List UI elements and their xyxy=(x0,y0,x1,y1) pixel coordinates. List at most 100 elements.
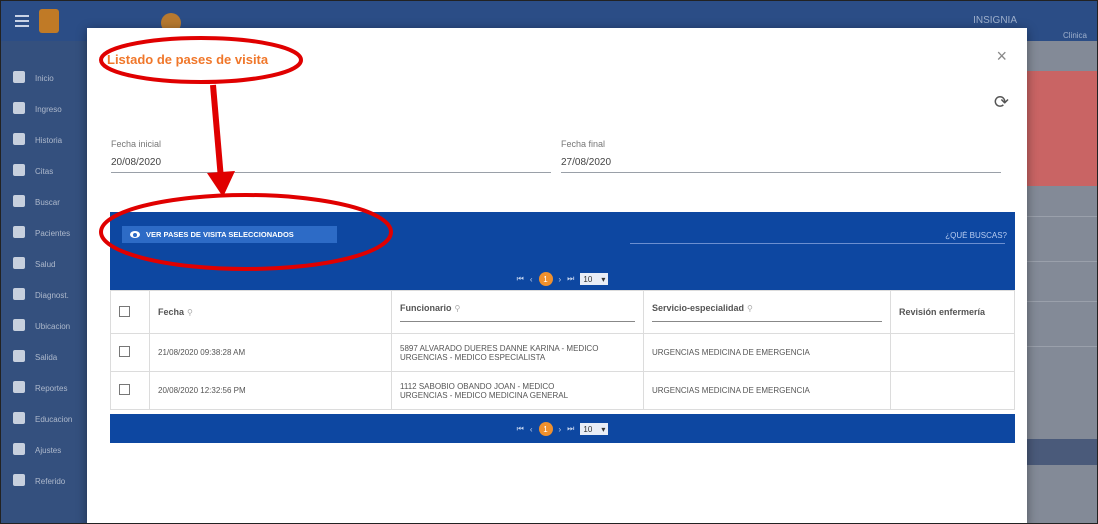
page-size-select[interactable]: 10 ▾ xyxy=(580,423,609,435)
table-toolbar: VER PASES DE VISITA SELECCIONADOS ⏮ ‹ 1 … xyxy=(110,212,1015,297)
sidebar-item-icon xyxy=(13,164,25,176)
row-select-cell xyxy=(110,333,150,372)
search-field[interactable] xyxy=(630,225,1009,246)
sidebar-item-label: Ingreso xyxy=(35,105,62,114)
last-page-icon[interactable]: ⏭ xyxy=(567,274,574,284)
page-size-value: 10 xyxy=(583,424,593,434)
cell-revision xyxy=(890,371,1015,410)
current-page-button[interactable]: 1 xyxy=(538,422,553,436)
filter-icon[interactable]: ⚲ xyxy=(455,304,461,313)
fecha-inicial-field[interactable]: Fecha inicial 20/08/2020 xyxy=(111,139,551,173)
sidebar-item[interactable]: Diagnost. xyxy=(13,288,83,302)
sidebar-item-icon xyxy=(13,226,25,238)
sidebar-item[interactable]: Citas xyxy=(13,164,83,178)
chevron-down-icon: ▾ xyxy=(601,274,606,284)
sidebar-item-icon xyxy=(13,288,25,300)
background-divider xyxy=(1021,346,1097,347)
sidebar-item[interactable]: Inicio xyxy=(13,71,83,85)
sidebar-item-label: Salida xyxy=(35,353,58,362)
sidebar-item-label: Salud xyxy=(35,260,56,269)
app-sidebar: Inicio Ingreso Historia Citas Buscar Paciente… xyxy=(1,41,91,523)
sidebar-item-icon xyxy=(13,102,25,114)
column-header-funcionario[interactable]: Funcionario ⚲ xyxy=(391,290,644,334)
column-header-servicio[interactable]: Servicio-especialidad ⚲ xyxy=(643,290,891,334)
pagination-bottom: ⏮ ‹ 1 › ⏭ 10 ▾ xyxy=(110,420,1015,438)
prev-page-icon[interactable]: ‹ xyxy=(530,425,533,434)
current-page-button[interactable]: 1 xyxy=(538,272,553,286)
first-page-icon[interactable]: ⏮ xyxy=(517,424,524,434)
sidebar-item-label: Pacientes xyxy=(35,229,71,238)
table-row[interactable]: 21/08/2020 09:38:28 AM 5897 ALVARADO DUE… xyxy=(110,333,1015,372)
sidebar-item[interactable]: Salud xyxy=(13,257,83,271)
first-page-icon[interactable]: ⏮ xyxy=(517,274,524,284)
background-alert-card xyxy=(1025,71,1097,186)
filter-icon[interactable]: ⚲ xyxy=(747,304,753,313)
background-divider xyxy=(1021,261,1097,262)
filter-input-line[interactable] xyxy=(400,320,635,322)
sidebar-item[interactable]: Reportes xyxy=(13,381,83,395)
last-page-icon[interactable]: ⏭ xyxy=(567,424,574,434)
ver-pases-button[interactable]: VER PASES DE VISITA SELECCIONADOS xyxy=(122,226,337,243)
sidebar-item-label: Reportes xyxy=(35,384,68,393)
sidebar-item-label: Diagnost. xyxy=(35,291,69,300)
fecha-final-field[interactable]: Fecha final 27/08/2020 xyxy=(561,139,1001,173)
sidebar-item[interactable]: Buscar xyxy=(13,195,83,209)
topbar-subtext: Clinica xyxy=(1062,31,1087,40)
sidebar-item-label: Historia xyxy=(35,136,63,145)
row-checkbox[interactable] xyxy=(119,384,130,395)
sidebar-item[interactable]: Ajustes xyxy=(13,443,83,457)
sidebar-item-icon xyxy=(13,474,25,486)
next-page-icon[interactable]: › xyxy=(559,425,562,434)
sidebar-item-icon xyxy=(13,350,25,362)
cell-servicio: URGENCIAS MEDICINA DE EMERGENCIA xyxy=(643,333,891,372)
sidebar-item-icon xyxy=(13,195,25,207)
sidebar-item-icon xyxy=(13,133,25,145)
column-header-revision[interactable]: Revisión enfermería xyxy=(890,290,1015,334)
sidebar-item-label: Citas xyxy=(35,167,54,176)
filter-icon[interactable]: ⚲ xyxy=(187,308,193,317)
cell-servicio: URGENCIAS MEDICINA DE EMERGENCIA xyxy=(643,371,891,410)
fecha-final-input[interactable]: 27/08/2020 xyxy=(561,157,1001,173)
background-divider xyxy=(1021,216,1097,217)
sidebar-item-icon xyxy=(13,412,25,424)
sidebar-item[interactable]: Pacientes xyxy=(13,226,83,240)
cell-funcionario: 5897 ALVARADO DUERES DANNE KARINA - MEDI… xyxy=(391,333,644,372)
fecha-final-label: Fecha final xyxy=(561,139,606,149)
prev-page-icon[interactable]: ‹ xyxy=(530,275,533,284)
row-select-cell xyxy=(110,371,150,410)
refresh-icon[interactable]: ⟳ xyxy=(994,92,1009,113)
sidebar-item-label: Inicio xyxy=(35,74,54,83)
sidebar-item[interactable]: Salida xyxy=(13,350,83,364)
filter-input-line[interactable] xyxy=(652,320,882,322)
table-row[interactable]: 20/08/2020 12:32:56 PM 1112 SABOBIO OBAN… xyxy=(110,371,1015,410)
visit-passes-modal: Listado de pases de visita × ⟳ Fecha ini… xyxy=(87,28,1027,523)
sidebar-item[interactable]: Historia xyxy=(13,133,83,147)
ver-pases-button-label: VER PASES DE VISITA SELECCIONADOS xyxy=(146,230,294,239)
sidebar-item[interactable]: Ubicacion xyxy=(13,319,83,333)
sidebar-item-icon xyxy=(13,257,25,269)
background-divider xyxy=(1021,301,1097,302)
row-checkbox[interactable] xyxy=(119,346,130,357)
pagination-top: ⏮ ‹ 1 › ⏭ 10 ▾ xyxy=(110,270,1015,288)
select-all-checkbox[interactable] xyxy=(119,305,130,317)
column-header-fecha[interactable]: Fecha ⚲ xyxy=(149,290,392,334)
hamburger-menu-icon[interactable] xyxy=(15,15,29,17)
sidebar-item-label: Referido xyxy=(35,477,66,486)
sidebar-item[interactable]: Educacion xyxy=(13,412,83,426)
page-size-select[interactable]: 10 ▾ xyxy=(580,273,609,285)
chevron-down-icon: ▾ xyxy=(601,424,606,434)
close-icon[interactable]: × xyxy=(996,46,1007,67)
cell-fecha: 21/08/2020 09:38:28 AM xyxy=(149,333,392,372)
search-input[interactable] xyxy=(630,225,1009,246)
sidebar-item-icon xyxy=(13,443,25,455)
select-all-cell xyxy=(110,290,150,334)
fecha-inicial-input[interactable]: 20/08/2020 xyxy=(111,157,551,173)
sidebar-item-label: Buscar xyxy=(35,198,60,207)
visit-passes-table: Fecha ⚲ Funcionario ⚲ Servicio-especialida… xyxy=(110,290,1015,410)
fecha-inicial-label: Fecha inicial xyxy=(111,139,162,149)
sidebar-item-icon xyxy=(13,381,25,393)
table-header-row: Fecha ⚲ Funcionario ⚲ Servicio-especialida… xyxy=(110,290,1015,334)
sidebar-item[interactable]: Ingreso xyxy=(13,102,83,116)
next-page-icon[interactable]: › xyxy=(559,275,562,284)
sidebar-item[interactable]: Referido xyxy=(13,474,83,488)
